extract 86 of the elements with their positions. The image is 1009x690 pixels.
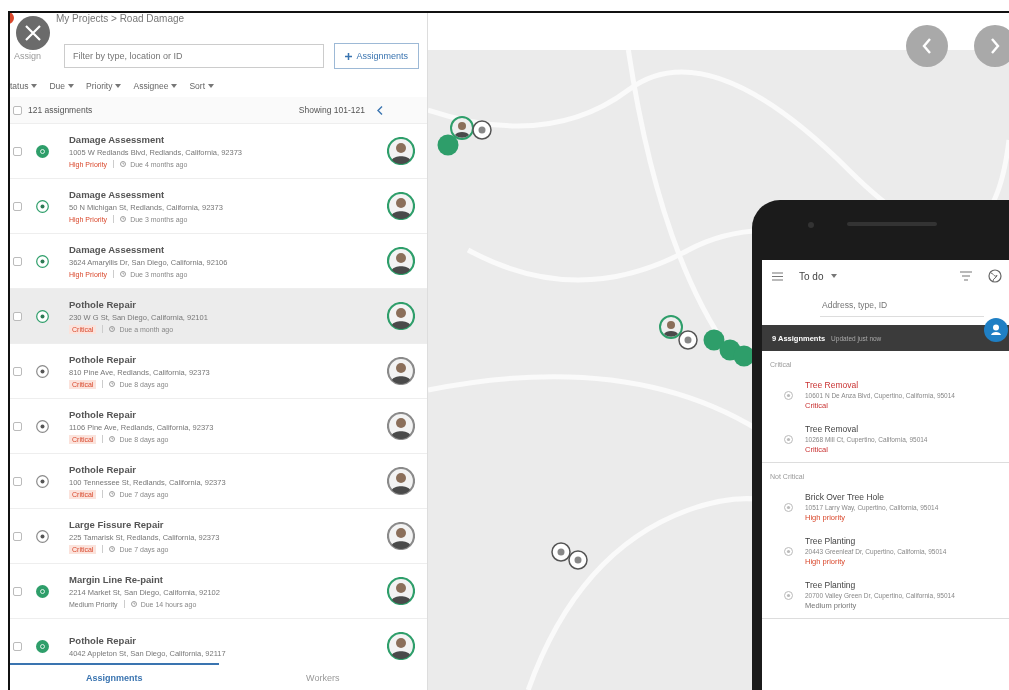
filter-field[interactable]: Filter by type, location or ID [64,44,325,68]
assignment-title: Damage Assessment [69,189,166,200]
select-all-checkbox[interactable] [13,105,22,115]
clock-icon [120,216,127,222]
caret-icon [31,84,38,88]
status-target-icon [784,434,793,444]
item-title: Brick Over Tree Hole [805,492,885,502]
globe-icon[interactable] [988,269,1002,283]
clock-icon [120,271,127,277]
caret-icon [171,84,178,88]
item-title: Tree Removal [805,424,860,434]
map-dot-marker[interactable] [437,134,459,156]
assignment-count: 121 assignments [28,105,93,115]
status-target-icon [784,590,793,600]
item-title: Tree Planting [805,580,857,590]
assignment-title: Pothole Repair [69,463,138,475]
assignment-title: Damage Assessment [69,244,166,255]
breadcrumb: My Projects > Road Damage [56,13,185,24]
clock-icon [120,161,127,167]
clock-icon [109,436,116,442]
assignment-title: Pothole Repair [69,298,138,310]
assignment-title: Pothole Repair [69,408,138,420]
filter-dropdown[interactable]: Priority [86,81,122,91]
avatar-icon [387,412,415,440]
map-avatar-marker[interactable] [659,315,683,339]
add-assignments-button[interactable]: Assignments [334,43,419,69]
assignment-title: Margin Line Re-paint [69,574,164,585]
row-checkbox[interactable] [13,201,22,211]
row-checkbox[interactable] [13,586,22,596]
caret-icon [831,274,838,278]
status-target-icon [784,502,793,512]
chevron-right-icon [990,38,1000,54]
map-ring-marker[interactable] [678,330,698,350]
plus-icon [345,52,353,60]
caret-icon [68,84,75,88]
clock-icon [109,546,116,552]
item-title: Tree Planting [805,536,857,546]
map-avatar-marker[interactable] [450,116,474,140]
menu-icon[interactable] [772,271,783,281]
status-target-icon [784,390,793,400]
avatar-icon [387,247,415,275]
chevron-left-icon[interactable] [377,105,383,115]
clock-icon [130,601,137,607]
avatar-icon [387,467,415,495]
status-target-icon [784,546,793,556]
row-checkbox[interactable] [13,366,22,376]
chevron-left-icon [922,38,932,54]
close-icon [25,25,41,41]
phone-camera [808,222,814,228]
add-worker-button[interactable] [984,318,1008,342]
avatar-icon [387,357,415,385]
map-ring-marker[interactable] [568,550,588,570]
filter-dropdown[interactable]: Assignee [133,81,178,91]
row-checkbox[interactable] [13,641,22,651]
sort-icon[interactable] [960,271,972,281]
row-checkbox[interactable] [13,531,22,541]
page-range: Showing 101-121 [298,105,365,115]
assignment-title: Large Fissure Repair [69,518,165,530]
map-ring-marker[interactable] [472,120,492,140]
assignment-title: Damage Assessment [69,134,166,145]
map-ring-marker[interactable] [551,542,571,562]
row-checkbox[interactable] [13,311,22,321]
filter-dropdown[interactable]: tatus [10,81,38,91]
clock-icon [109,381,116,387]
row-checkbox[interactable] [13,146,22,156]
map-dot-marker[interactable] [733,345,755,367]
assignment-title: Pothole Repair [69,634,138,646]
row-checkbox[interactable] [13,256,22,266]
filter-dropdown[interactable]: Sort [189,81,215,91]
clock-icon [109,491,116,497]
filter-dropdown[interactable]: Due [49,81,75,91]
avatar-icon [387,522,415,550]
avatar-icon [387,577,415,605]
assignment-title: Pothole Repair [69,353,138,365]
avatar-icon [387,302,415,330]
item-title: Tree Removal [805,380,860,390]
row-checkbox[interactable] [13,476,22,486]
view-dropdown[interactable]: To do [799,270,944,282]
clock-icon [109,326,116,332]
avatar-icon [387,192,415,220]
row-checkbox[interactable] [13,421,22,431]
map-dot-marker[interactable] [703,329,725,351]
avatar-icon [387,137,415,165]
caret-icon [115,84,122,88]
caret-icon [208,84,215,88]
avatar-icon [387,632,415,660]
